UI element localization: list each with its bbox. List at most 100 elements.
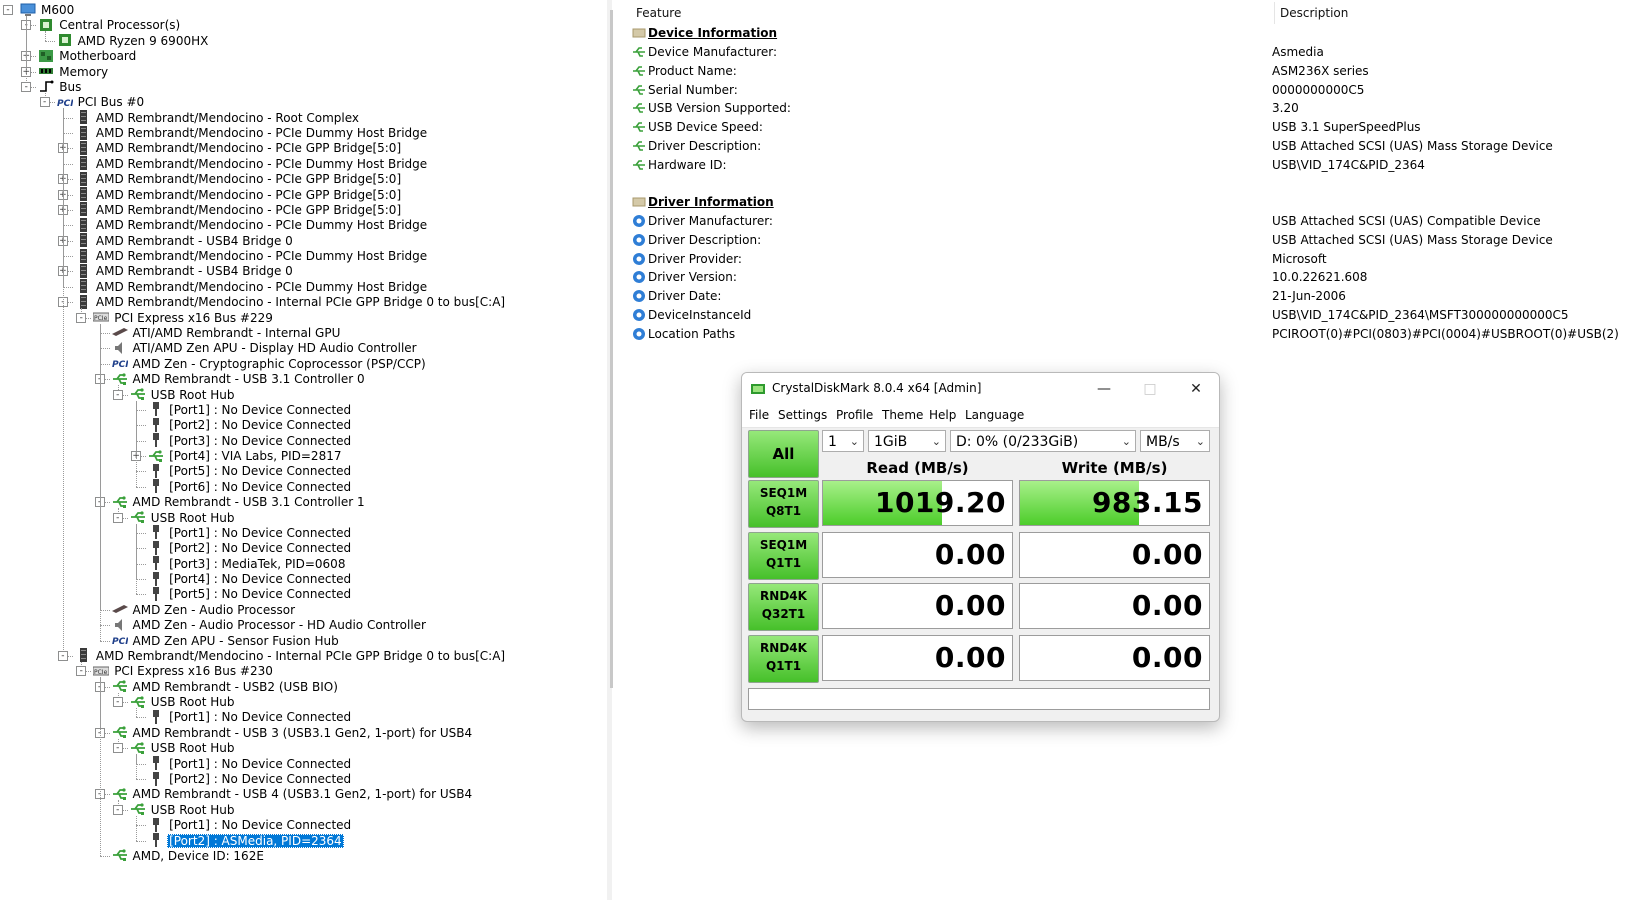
tree-node[interactable]: AMD, Device ID: 162E — [112, 848, 266, 864]
tree-node[interactable]: - USB Root Hub — [112, 802, 237, 818]
tree-node[interactable]: [Port1] : No Device Connected — [148, 817, 353, 833]
menu-file[interactable]: File — [749, 408, 769, 422]
maximize-button[interactable]: □ — [1127, 373, 1173, 405]
collapse-icon[interactable]: - — [57, 650, 68, 661]
collapse-icon[interactable]: - — [76, 312, 87, 323]
collapse-icon[interactable]: - — [3, 5, 13, 15]
tree-node[interactable]: PCI AMD Zen APU - Sensor Fusion Hub — [112, 633, 341, 649]
tree-node[interactable]: + Memory — [21, 64, 110, 80]
close-button[interactable]: ✕ — [1173, 373, 1219, 405]
detail-row[interactable]: Driver Version: 10.0.22621.608 — [624, 268, 1628, 286]
detail-row[interactable]: Driver Description: USB Attached SCSI (UA… — [624, 231, 1628, 249]
tree-node[interactable]: [Port1] : No Device Connected — [148, 402, 353, 418]
collapse-icon[interactable]: - — [39, 97, 50, 108]
test-button-seq1m-q8t1[interactable]: SEQ1M Q8T1 — [748, 480, 819, 528]
detail-row[interactable]: Serial Number: 0000000000C5 — [624, 81, 1628, 99]
tree-node[interactable]: + AMD Rembrandt - USB4 Bridge 0 — [57, 233, 295, 249]
tree-node[interactable]: [Port4] : No Device Connected — [148, 571, 353, 587]
column-header-feature[interactable]: Feature — [636, 2, 681, 24]
tree-node[interactable]: - PCIe PCI Express x16 Bus #230 — [76, 663, 275, 679]
tree-node[interactable]: [Port6] : No Device Connected — [148, 479, 353, 495]
tree-node[interactable]: AMD Rembrandt/Mendocino - PCIe Dummy Hos… — [75, 217, 429, 233]
detail-row[interactable]: USB Version Supported: 3.20 — [624, 99, 1628, 117]
detail-row[interactable]: Product Name: ASM236X series — [624, 62, 1628, 80]
tree-node[interactable]: - AMD Rembrandt - USB 3 (USB3.1 Gen2, 1-p… — [94, 725, 475, 741]
device-tree[interactable]: - M600- Central Processor(s) AMD Ryzen 9 69… — [0, 0, 592, 900]
tree-node[interactable]: [Port5] : No Device Connected — [148, 586, 353, 602]
detail-row[interactable]: Driver Manufacturer: USB Attached SCSI (U… — [624, 212, 1628, 230]
tree-node-selected[interactable]: [Port2] : ASMedia, PID=2364 — [148, 833, 344, 849]
tree-node[interactable]: + Motherboard — [21, 48, 138, 64]
menu-help[interactable]: Help — [929, 408, 956, 422]
tree-node[interactable]: ATI/AMD Zen APU - Display HD Audio Contr… — [112, 340, 419, 356]
tree-node[interactable]: + AMD Rembrandt/Mendocino - PCIe GPP Brid… — [57, 202, 403, 218]
tree-node[interactable]: [Port1] : No Device Connected — [148, 525, 353, 541]
drive-select[interactable]: D: 0% (0/233GiB) ⌄ — [950, 430, 1136, 452]
tree-node[interactable]: [Port2] : No Device Connected — [148, 417, 353, 433]
tree-node[interactable]: - PCI PCI Bus #0 — [39, 94, 147, 110]
tree-node[interactable]: - AMD Rembrandt - USB 3.1 Controller 1 — [94, 494, 367, 510]
tree-node[interactable]: - AMD Rembrandt - USB2 (USB BIO) — [94, 679, 340, 695]
tree-node[interactable]: AMD Zen - Audio Processor - HD Audio Con… — [112, 617, 429, 633]
tree-node[interactable]: ATI/AMD Rembrandt - Internal GPU — [111, 325, 343, 341]
menu-settings[interactable]: Settings — [778, 408, 827, 422]
detail-row[interactable]: DeviceInstanceId USB\VID_174C&PID_2364\MS… — [624, 306, 1628, 324]
menu-theme[interactable]: Theme — [882, 408, 923, 422]
tree-node[interactable]: AMD Rembrandt/Mendocino - Root Complex — [75, 110, 361, 126]
tree-node[interactable]: [Port5] : No Device Connected — [148, 463, 353, 479]
tree-node[interactable]: - AMD Rembrandt - USB 3.1 Controller 0 — [94, 371, 367, 387]
menu-profile[interactable]: Profile — [836, 408, 873, 422]
column-header-divider[interactable] — [1274, 2, 1275, 24]
test-size-select[interactable]: 1GiB ⌄ — [868, 430, 946, 452]
tree-node[interactable]: - AMD Rembrandt/Mendocino - Internal PCIe… — [57, 294, 507, 310]
collapse-icon[interactable]: - — [112, 743, 123, 754]
detail-row[interactable]: Driver Date: 21-Jun-2006 — [624, 287, 1628, 305]
tree-node[interactable]: - USB Root Hub — [112, 740, 237, 756]
tree-node[interactable]: PCI AMD Zen - Cryptographic Coprocessor (… — [112, 356, 428, 372]
detail-row[interactable]: Location Paths PCIROOT(0)#PCI(0803)#PCI(0… — [624, 325, 1628, 343]
tree-node[interactable]: - M600 — [3, 2, 76, 18]
tree-node[interactable]: - PCIe PCI Express x16 Bus #229 — [76, 310, 275, 326]
test-button-seq1m-q1t1[interactable]: SEQ1M Q1T1 — [748, 531, 819, 580]
detail-row[interactable]: Device Manufacturer: Asmedia — [624, 43, 1628, 61]
detail-row[interactable]: Driver Provider: Microsoft — [624, 250, 1628, 268]
detail-row[interactable]: Hardware ID: USB\VID_174C&PID_2364 — [624, 156, 1628, 174]
tree-node[interactable]: AMD Rembrandt/Mendocino - PCIe Dummy Hos… — [75, 156, 429, 172]
collapse-icon[interactable]: - — [112, 512, 123, 523]
tree-node[interactable]: AMD Ryzen 9 6900HX — [57, 33, 211, 49]
tree-node[interactable]: AMD Rembrandt/Mendocino - PCIe Dummy Hos… — [75, 125, 429, 141]
tree-node[interactable]: [Port1] : No Device Connected — [148, 756, 353, 772]
collapse-icon[interactable]: - — [112, 804, 123, 815]
detail-row[interactable]: USB Device Speed: USB 3.1 SuperSpeedPlus — [624, 118, 1628, 136]
collapse-icon[interactable]: - — [76, 666, 87, 677]
tree-node[interactable]: AMD Rembrandt/Mendocino - PCIe Dummy Hos… — [75, 248, 429, 264]
test-count-select[interactable]: 1 ⌄ — [822, 430, 864, 452]
all-tests-button[interactable]: All — [748, 430, 819, 478]
tree-node[interactable]: + [Port4] : VIA Labs, PID=2817 — [131, 448, 343, 464]
tree-node[interactable]: - AMD Rembrandt - USB 4 (USB3.1 Gen2, 1-p… — [94, 786, 475, 802]
tree-node[interactable]: + AMD Rembrandt/Mendocino - PCIe GPP Brid… — [57, 171, 403, 187]
tree-node[interactable]: [Port2] : No Device Connected — [148, 540, 353, 556]
tree-node[interactable]: [Port3] : MediaTek, PID=0608 — [148, 556, 347, 572]
tree-node[interactable]: - USB Root Hub — [112, 694, 237, 710]
unit-select[interactable]: MB/s ⌄ — [1140, 430, 1210, 452]
test-button-rnd4k-q1t1[interactable]: RND4K Q1T1 — [748, 634, 819, 683]
tree-scrollbar-thumb[interactable] — [610, 10, 613, 688]
tree-node[interactable]: + AMD Rembrandt - USB4 Bridge 0 — [57, 263, 295, 279]
tree-node[interactable]: + AMD Rembrandt/Mendocino - PCIe GPP Brid… — [57, 187, 403, 203]
tree-node[interactable]: - AMD Rembrandt/Mendocino - Internal PCIe… — [57, 648, 507, 664]
tree-node[interactable]: AMD Rembrandt/Mendocino - PCIe Dummy Hos… — [75, 279, 429, 295]
tree-node[interactable]: AMD Zen - Audio Processor — [111, 602, 298, 618]
collapse-icon[interactable]: - — [21, 81, 32, 92]
tree-node[interactable]: [Port1] : No Device Connected — [148, 709, 353, 725]
window-title-bar[interactable]: CrystalDiskMark 8.0.4 x64 [Admin] — □ ✕ — [742, 373, 1219, 405]
menu-language[interactable]: Language — [965, 408, 1024, 422]
column-header-description[interactable]: Description — [1280, 2, 1348, 24]
tree-node[interactable]: [Port3] : No Device Connected — [148, 433, 353, 449]
detail-row[interactable]: Driver Description: USB Attached SCSI (UA… — [624, 137, 1628, 155]
minimize-button[interactable]: — — [1081, 373, 1127, 405]
tree-node[interactable]: + AMD Rembrandt/Mendocino - PCIe GPP Brid… — [57, 140, 403, 156]
collapse-icon[interactable]: - — [112, 389, 123, 400]
tree-node[interactable]: - Central Processor(s) — [21, 17, 182, 33]
tree-node[interactable]: [Port2] : No Device Connected — [148, 771, 353, 787]
